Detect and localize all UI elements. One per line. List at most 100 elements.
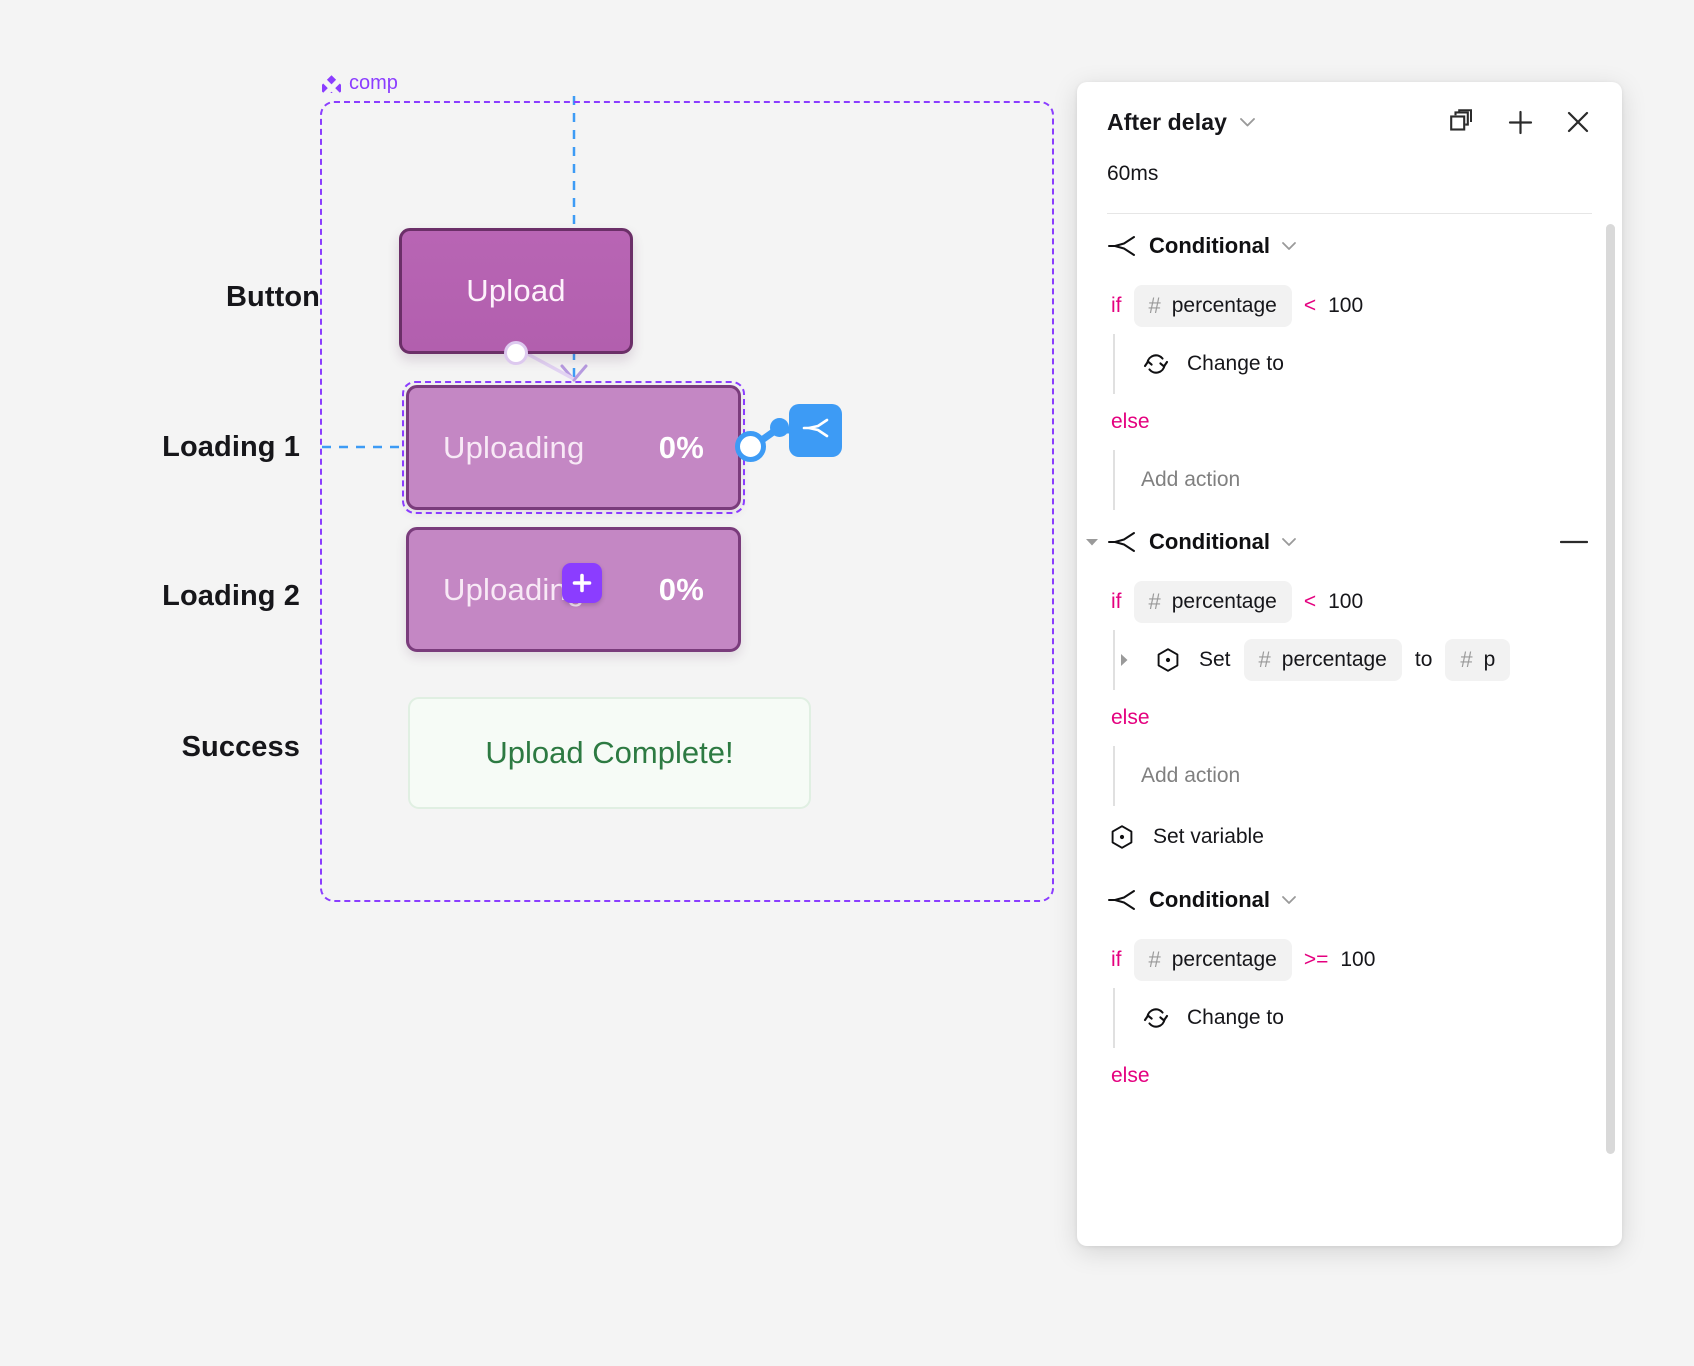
chevron-down-icon[interactable] — [1281, 241, 1297, 251]
interaction-panel[interactable]: After delay 60ms Conditional if # percen… — [1077, 82, 1622, 1246]
variable-token-label: percentage — [1171, 294, 1277, 317]
node-loading-2-percent: 0% — [658, 571, 704, 607]
comparison-operator[interactable]: < — [1304, 590, 1316, 614]
set-variable-icon — [1107, 824, 1137, 850]
node-success[interactable]: Upload Complete! — [408, 697, 811, 809]
set-verb: Set — [1199, 648, 1231, 671]
variable-token-label: percentage — [1171, 590, 1277, 613]
if-keyword: if — [1111, 590, 1122, 613]
hash-icon: # — [1460, 647, 1473, 672]
variable-token-source-clipped[interactable]: # p — [1445, 639, 1511, 681]
conditional-block-1-title: Conditional — [1149, 233, 1270, 258]
delay-value[interactable]: 60ms — [1107, 162, 1592, 186]
connector-joint — [770, 418, 789, 437]
node-upload-label: Upload — [466, 273, 566, 308]
variable-token-percentage[interactable]: # percentage — [1133, 581, 1292, 623]
conditional-block-1: Conditional if # percentage < 100 Change… — [1107, 214, 1592, 510]
state-label-button: Button — [225, 281, 320, 313]
state-label-loading-1: Loading 1 — [162, 431, 300, 463]
component-tag[interactable]: comp — [318, 72, 398, 101]
hash-icon: # — [1148, 947, 1161, 972]
panel-scrollbar-thumb[interactable] — [1606, 224, 1615, 1154]
variable-token-source-label: p — [1483, 648, 1496, 671]
conditional-branch-icon — [1107, 889, 1137, 911]
conditional-block-1-header[interactable]: Conditional — [1107, 214, 1592, 278]
component-tag-label: comp — [349, 72, 398, 94]
variable-token-percentage[interactable]: # percentage — [1133, 285, 1292, 327]
node-success-label: Upload Complete! — [485, 735, 734, 770]
conditional-block-2-if-row[interactable]: if # percentage < 100 — [1107, 574, 1592, 630]
if-keyword: if — [1111, 948, 1122, 971]
panel-header: After delay 60ms — [1077, 82, 1622, 214]
variable-token-label: percentage — [1171, 948, 1277, 971]
conditional-block-3-header[interactable]: Conditional — [1107, 868, 1592, 932]
app-root: comp Button Loading 1 Loading 2 Success … — [0, 0, 1694, 1366]
conditional-block-2-title: Conditional — [1149, 529, 1270, 554]
add-interaction-icon[interactable] — [1506, 108, 1534, 136]
chevron-down-icon[interactable] — [1281, 537, 1297, 547]
conditional-branch-icon — [1107, 235, 1137, 257]
action-change-to[interactable]: Change to — [1141, 988, 1592, 1048]
comparison-value[interactable]: 100 — [1340, 948, 1375, 972]
variable-token-target[interactable]: # percentage — [1243, 639, 1402, 681]
conditional-branch-icon — [1107, 531, 1137, 553]
component-diamond-icon — [318, 74, 345, 101]
hash-icon: # — [1148, 293, 1161, 318]
panel-header-actions — [1448, 108, 1592, 136]
duplicate-icon[interactable] — [1448, 108, 1476, 136]
add-interaction-badge[interactable] — [562, 563, 602, 603]
connector-handle-upload[interactable] — [504, 341, 528, 365]
change-to-icon — [1141, 1006, 1171, 1030]
set-variable-expression: Set # percentage to # p — [1199, 639, 1511, 681]
collapse-triangle-icon[interactable] — [1085, 537, 1107, 547]
panel-title: After delay — [1107, 108, 1227, 135]
conditional-block-3-then: Change to — [1113, 988, 1592, 1048]
plus-icon — [571, 572, 593, 594]
add-action-2[interactable]: Add action — [1141, 746, 1592, 806]
variable-token-percentage[interactable]: # percentage — [1133, 939, 1292, 981]
node-upload-button[interactable]: Upload — [399, 228, 633, 354]
set-variable-standalone-label: Set variable — [1153, 825, 1264, 848]
comparison-value[interactable]: 100 — [1328, 590, 1363, 614]
else-keyword-2: else — [1111, 706, 1150, 729]
comparison-value[interactable]: 100 — [1328, 294, 1363, 318]
change-to-icon — [1141, 352, 1171, 376]
comparison-operator[interactable]: >= — [1304, 948, 1329, 972]
action-change-to-label: Change to — [1187, 352, 1284, 375]
chevron-down-icon[interactable] — [1239, 117, 1256, 128]
node-loading-1-percent: 0% — [658, 429, 704, 465]
conditional-branch-icon — [801, 415, 831, 446]
comparison-operator[interactable]: < — [1304, 294, 1316, 318]
state-label-success: Success — [181, 731, 300, 763]
conditional-block-2: Conditional if # percentage < 100 Set # … — [1086, 510, 1592, 806]
conditional-block-2-header[interactable]: Conditional — [1086, 510, 1592, 574]
expand-triangle-icon[interactable] — [1119, 653, 1135, 667]
set-to-word: to — [1414, 648, 1433, 671]
action-set-variable[interactable]: Set # percentage to # p — [1121, 630, 1592, 690]
if-keyword: if — [1111, 294, 1122, 317]
remove-block-icon[interactable] — [1560, 538, 1588, 546]
panel-body[interactable]: Conditional if # percentage < 100 Change… — [1077, 214, 1622, 1246]
add-action-1[interactable]: Add action — [1141, 450, 1592, 510]
add-action-1-label: Add action — [1141, 468, 1241, 491]
conditional-block-2-else: Add action — [1113, 746, 1592, 806]
action-set-variable-standalone[interactable]: Set variable — [1107, 806, 1592, 868]
action-change-to[interactable]: Change to — [1141, 334, 1592, 394]
node-loading-1[interactable]: Uploading 0% — [406, 385, 741, 510]
conditional-block-3: Conditional if # percentage >= 100 Chang… — [1107, 868, 1592, 1104]
conditional-block-1-else: Add action — [1113, 450, 1592, 510]
conditional-block-1-then: Change to — [1113, 334, 1592, 394]
hash-icon: # — [1258, 647, 1271, 672]
connector-handle-loading-1[interactable] — [735, 431, 766, 462]
conditional-block-1-if-row[interactable]: if # percentage < 100 — [1107, 278, 1592, 334]
action-change-to-label: Change to — [1187, 1006, 1284, 1029]
node-loading-1-label: Uploading — [443, 429, 585, 465]
add-action-2-label: Add action — [1141, 764, 1241, 787]
panel-scrollbar[interactable] — [1606, 224, 1615, 1238]
hash-icon: # — [1148, 589, 1161, 614]
conditional-block-2-then: Set # percentage to # p — [1113, 630, 1592, 690]
interaction-badge-conditional[interactable] — [789, 404, 842, 457]
close-icon[interactable] — [1564, 108, 1592, 136]
chevron-down-icon[interactable] — [1281, 895, 1297, 905]
conditional-block-3-if-row[interactable]: if # percentage >= 100 — [1107, 932, 1592, 988]
